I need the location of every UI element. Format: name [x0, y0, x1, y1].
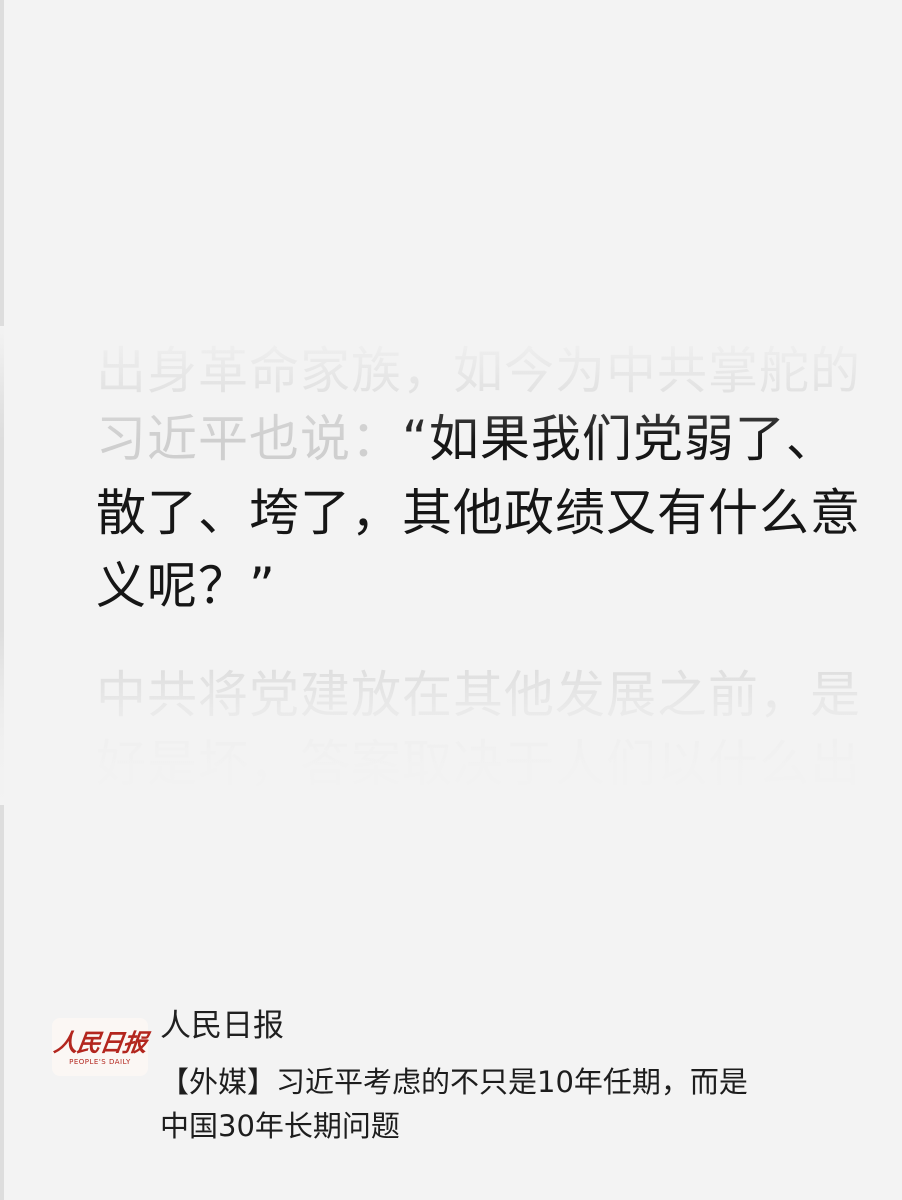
quote-line-faded-top: 出身革命家族，如今为中共掌舵的	[96, 342, 861, 400]
quote-line-faded-bottom-1: 中共将党建放在其他发展之前，是	[96, 666, 861, 724]
peoples-daily-logo[interactable]: 人民日报 PEOPLE'S DAILY	[52, 1018, 148, 1076]
quote-prefix-faded: 习近平也说：	[96, 410, 402, 468]
quote-main-text: “如果我们党弱了、	[402, 410, 837, 468]
article-headline[interactable]: 【外媒】习近平考虑的不只是10年任期，而是 中国30年长期问题	[160, 1060, 850, 1148]
logo-chinese-text: 人民日报	[52, 1027, 149, 1057]
source-name[interactable]: 人民日报	[160, 1006, 284, 1046]
article-screen: 出身革命家族，如今为中共掌舵的 习近平也说：“如果我们党弱了、 散了、垮了，其他…	[0, 0, 902, 1200]
headline-line-2: 中国30年长期问题	[160, 1109, 400, 1143]
quote-line-faded-bottom-2: 好是坏，答案取决于人们以什么出	[96, 735, 861, 793]
headline-line-1: 【外媒】习近平考虑的不只是10年任期，而是	[160, 1065, 748, 1099]
quote-line-three: 散了、垮了，其他政绩又有什么意	[96, 484, 861, 542]
quote-line-two: 习近平也说：“如果我们党弱了、	[96, 405, 836, 473]
logo-english-text: PEOPLE'S DAILY	[69, 1057, 131, 1066]
quote-line-four: 义呢？”	[96, 557, 276, 615]
left-edge-divider	[0, 0, 4, 1200]
